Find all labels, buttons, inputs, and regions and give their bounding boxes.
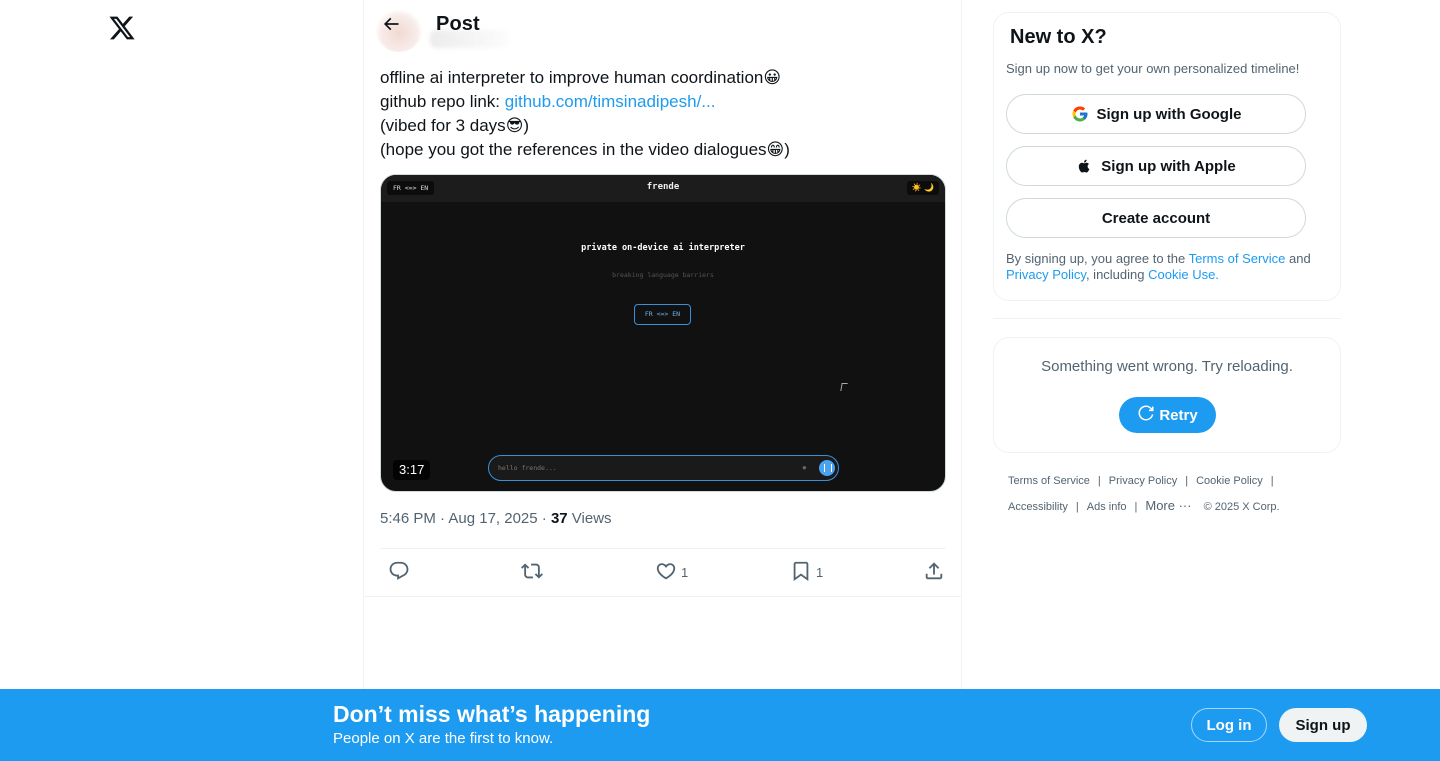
footer-privacy-link[interactable]: Privacy Policy	[1109, 475, 1177, 487]
post-header: Post	[364, 0, 962, 53]
apple-signup-label: Sign up with Apple	[1101, 157, 1236, 175]
signup-card-title: New to X?	[1010, 26, 1107, 48]
reply-icon	[388, 560, 410, 585]
x-logo-icon[interactable]	[108, 14, 136, 42]
bookmark-button[interactable]: 1	[786, 560, 823, 584]
footer-ads-link[interactable]: Ads info	[1087, 501, 1127, 513]
video-input-placeholder: hello frende...	[498, 464, 557, 472]
post-column: Post offline ai interpreter to improve h…	[363, 0, 962, 761]
tweet-line-text: )	[523, 116, 530, 135]
tweet-line-text: (hope you got the references in the vide…	[380, 140, 767, 159]
footer-row-2: Accessibility | Ads info | More ··· © 2025 X …	[1008, 498, 1280, 513]
retry-label: Retry	[1159, 406, 1198, 424]
tweet-line-text: github repo link:	[380, 92, 505, 111]
share-icon	[923, 560, 945, 585]
retry-button[interactable]: Retry	[1119, 397, 1216, 433]
video-brand: frende	[646, 182, 680, 192]
video-lang-button: FR <=> EN	[634, 304, 691, 325]
terms-text: , including	[1085, 267, 1149, 282]
theme-toggle-icon: ☀️ 🌙	[907, 181, 939, 195]
page-title: Post	[436, 13, 480, 35]
reply-button[interactable]	[384, 560, 410, 584]
refresh-icon	[1137, 404, 1159, 426]
terms-text: By signing up, you agree to the	[1006, 251, 1189, 266]
footer-separator: |	[1097, 475, 1101, 487]
footer-separator: |	[1075, 501, 1079, 513]
video-input-bar: hello frende... ●	[488, 455, 839, 481]
views-label: Views	[567, 510, 612, 527]
like-count: 1	[681, 564, 689, 580]
tweet-line-text: offline ai interpreter to improve human …	[380, 68, 764, 87]
github-link[interactable]: github.com/timsinadipesh/...	[505, 92, 716, 111]
post-meta: 5:46 PM · Aug 17, 2025 · 37 Views	[380, 510, 612, 527]
video-duration: 3:17	[393, 460, 431, 480]
signup-card: New to X? Sign up now to get your own pe…	[993, 12, 1341, 301]
google-signup-label: Sign up with Google	[1096, 105, 1242, 123]
like-icon	[655, 560, 677, 585]
divider	[993, 318, 1341, 319]
banner-subtext: People on X are the first to know.	[333, 730, 554, 747]
voice-button-icon	[819, 460, 835, 476]
back-button[interactable]	[376, 10, 406, 42]
emoji: 😀	[763, 68, 782, 87]
bookmark-icon	[790, 560, 812, 585]
create-account-button[interactable]: Create account	[1006, 198, 1306, 238]
emoji: 😎	[505, 116, 524, 135]
footer-terms-link[interactable]: Terms of Service	[1008, 475, 1090, 487]
signup-button[interactable]: Sign up	[1279, 708, 1367, 742]
video-subheading: breaking language barriers	[612, 271, 714, 279]
apple-icon	[1076, 157, 1093, 175]
cookie-use-link[interactable]: Cookie Use.	[1148, 267, 1219, 282]
views-count: 37	[550, 510, 568, 527]
footer-row-1: Terms of Service | Privacy Policy | Cookie P…	[1008, 475, 1282, 487]
error-message: Something went wrong. Try reloading.	[1041, 358, 1293, 375]
error-card: Something went wrong. Try reloading. Ret…	[993, 337, 1341, 453]
footer-separator: |	[1270, 475, 1274, 487]
tweet-line-text: )	[784, 140, 790, 159]
tweet-line: github repo link: github.com/timsinadipe…	[380, 90, 948, 114]
signup-terms: By signing up, you agree to the Terms of…	[1006, 251, 1326, 283]
tweet-text: offline ai interpreter to improve human …	[380, 66, 948, 162]
video-player[interactable]: FR <=> EN frende ☀️ 🌙 private on-device …	[380, 174, 946, 492]
terms-link[interactable]: Terms of Service	[1189, 251, 1286, 266]
footer-more-button[interactable]: More ···	[1145, 498, 1191, 513]
google-signup-button[interactable]: Sign up with Google	[1006, 94, 1306, 134]
divider	[364, 596, 962, 597]
terms-text: and	[1285, 251, 1311, 266]
divider	[380, 548, 946, 549]
like-button[interactable]: 1	[651, 560, 688, 584]
footer-separator: |	[1134, 501, 1138, 513]
footer-accessibility-link[interactable]: Accessibility	[1008, 501, 1068, 513]
tweet-line: offline ai interpreter to improve human …	[380, 66, 948, 90]
mic-icon: ●	[802, 463, 807, 472]
signup-card-subtitle: Sign up now to get your own personalized…	[1006, 61, 1300, 76]
footer-cookie-link[interactable]: Cookie Policy	[1196, 475, 1263, 487]
video-app-bar: FR <=> EN frende ☀️ 🌙	[381, 175, 945, 202]
google-icon	[1071, 105, 1089, 123]
login-button[interactable]: Log in	[1191, 708, 1267, 742]
tweet-line: (vibed for 3 days😎)	[380, 114, 948, 138]
repost-button[interactable]	[517, 560, 543, 584]
tweet-line: (hope you got the references in the vide…	[380, 138, 948, 162]
signup-banner: Don’t miss what’s happening People on X …	[0, 689, 1440, 761]
apple-signup-button[interactable]: Sign up with Apple	[1006, 146, 1306, 186]
back-arrow-icon	[381, 14, 401, 39]
action-bar: 1 1	[380, 560, 946, 584]
privacy-link[interactable]: Privacy Policy	[1006, 267, 1086, 282]
banner-heading: Don’t miss what’s happening	[333, 701, 651, 727]
emoji: 😁	[766, 140, 785, 159]
copyright: © 2025 X Corp.	[1203, 501, 1280, 513]
repost-icon	[521, 560, 543, 585]
footer-separator: |	[1185, 475, 1189, 487]
video-heading: private on-device ai interpreter	[581, 243, 745, 253]
bookmark-count: 1	[816, 564, 824, 580]
cursor-icon	[840, 383, 848, 391]
share-button[interactable]	[919, 560, 945, 584]
post-timestamp[interactable]: 5:46 PM · Aug 17, 2025 ·	[380, 510, 551, 527]
tweet-line-text: (vibed for 3 days	[380, 116, 506, 135]
